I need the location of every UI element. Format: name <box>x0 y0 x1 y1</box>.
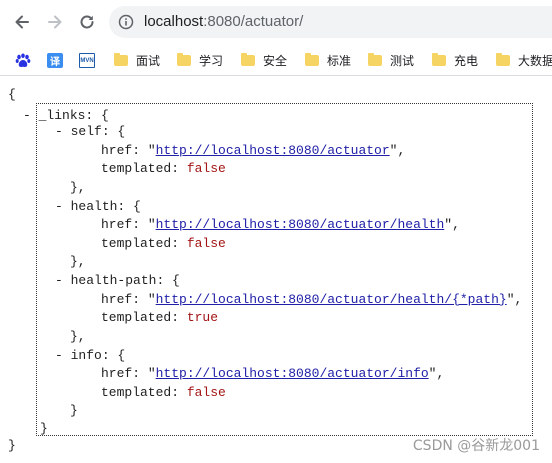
arrow-left-icon <box>15 15 29 29</box>
json-health-row: - health: { <box>55 199 141 214</box>
folder-icon <box>114 52 128 66</box>
bookmark-testing[interactable]: 测试 <box>368 49 414 71</box>
json-bool: false <box>186 385 226 400</box>
json-link[interactable]: http://localhost:8080/actuator/info <box>156 366 429 381</box>
forward-button[interactable] <box>42 9 68 35</box>
json-key: href <box>101 143 133 158</box>
json-self-row: - self: { <box>55 124 126 139</box>
json-close-row: }, <box>70 180 86 195</box>
url-text[interactable]: localhost:8080/actuator/ <box>144 13 303 31</box>
json-key: href <box>101 217 133 232</box>
json-info-row: - info: { <box>55 348 126 363</box>
bookmark-study[interactable]: 学习 <box>177 49 223 71</box>
json-key: health-path <box>70 273 157 288</box>
baidu-paw-icon[interactable] <box>15 53 31 68</box>
collapse-toggle[interactable]: - <box>55 199 71 214</box>
arrow-right-icon <box>48 15 62 29</box>
bookmark-interview[interactable]: 面试 <box>114 49 160 71</box>
watermark: CSDN @谷新龙001 <box>412 438 540 454</box>
reload-button[interactable] <box>74 9 100 35</box>
json-link[interactable]: http://localhost:8080/actuator/health/{*… <box>156 292 507 307</box>
json-links-close: } <box>40 421 48 436</box>
json-key: self <box>70 124 102 139</box>
bookmark-label: 充电 <box>454 53 479 68</box>
reload-icon <box>80 15 94 29</box>
json-bool: true <box>186 310 219 325</box>
mvn-icon[interactable]: MVN <box>79 53 95 68</box>
json-close-brace: } <box>8 438 16 453</box>
json-link[interactable]: http://localhost:8080/actuator/health <box>156 217 445 232</box>
json-key: _links <box>38 108 86 123</box>
bookmark-label: 面试 <box>136 53 161 68</box>
folder-icon <box>241 52 255 66</box>
json-key: health <box>70 199 118 214</box>
json-href-row: href: "http://localhost:8080/actuator/he… <box>101 292 523 307</box>
bookmarks-bar: 译 MVN 面试 学习 安全 标准 测试 充电 大数据 <box>0 44 552 76</box>
json-bool: false <box>186 236 226 251</box>
json-open-brace: { <box>8 87 16 102</box>
paw-icon <box>15 53 31 67</box>
folder-icon <box>496 52 510 66</box>
bookmark-security[interactable]: 安全 <box>241 49 287 71</box>
folder-icon <box>177 52 191 66</box>
json-link[interactable]: http://localhost:8080/actuator <box>156 143 390 158</box>
json-key: href <box>101 292 133 307</box>
collapse-toggle[interactable]: - <box>55 273 71 288</box>
json-close-row: }, <box>70 329 86 344</box>
bookmark-label: 测试 <box>390 53 415 68</box>
json-templated-row: templated: false <box>101 236 226 251</box>
bookmark-label: 标准 <box>327 53 352 68</box>
collapse-toggle[interactable]: - <box>23 108 39 123</box>
json-key: href <box>101 366 133 381</box>
address-bar[interactable]: localhost:8080/actuator/ <box>109 6 552 38</box>
folder-icon <box>305 52 319 66</box>
bookmark-bigdata[interactable]: 大数据 <box>496 49 552 71</box>
json-templated-row: templated: false <box>101 161 226 176</box>
bookmark-recharge[interactable]: 充电 <box>432 49 478 71</box>
url-host: localhost <box>144 13 204 30</box>
json-href-row: href: "http://localhost:8080/actuator/in… <box>101 366 445 381</box>
folder-icon <box>432 52 446 66</box>
browser-toolbar: localhost:8080/actuator/ <box>0 0 552 44</box>
folder-icon <box>368 52 382 66</box>
json-key: templated <box>101 236 172 251</box>
collapse-toggle[interactable]: - <box>55 124 71 139</box>
json-key: templated <box>101 385 172 400</box>
json-close-row: }, <box>70 254 86 269</box>
bookmark-label: 学习 <box>199 53 224 68</box>
json-health-path-row: - health-path: { <box>55 273 180 288</box>
translate-icon[interactable]: 译 <box>47 53 63 68</box>
json-close-row: } <box>70 403 78 418</box>
info-icon[interactable] <box>118 14 134 30</box>
json-key: templated <box>101 161 172 176</box>
json-href-row: href: "http://localhost:8080/actuator", <box>101 143 406 158</box>
bookmark-label: 大数据 <box>518 53 552 68</box>
json-key: info <box>70 348 102 363</box>
collapse-toggle[interactable]: - <box>55 348 71 363</box>
bookmark-standard[interactable]: 标准 <box>305 49 351 71</box>
json-href-row: href: "http://localhost:8080/actuator/he… <box>101 217 460 232</box>
bookmark-label: 安全 <box>263 53 288 68</box>
json-templated-row: templated: false <box>101 385 226 400</box>
json-key: templated <box>101 310 172 325</box>
json-bool: false <box>186 161 226 176</box>
json-templated-row: templated: true <box>101 310 219 325</box>
json-viewer: { - _links: { - self: { href: "http://lo… <box>0 76 552 463</box>
back-button[interactable] <box>9 9 35 35</box>
url-path: :8080/actuator/ <box>203 13 304 30</box>
